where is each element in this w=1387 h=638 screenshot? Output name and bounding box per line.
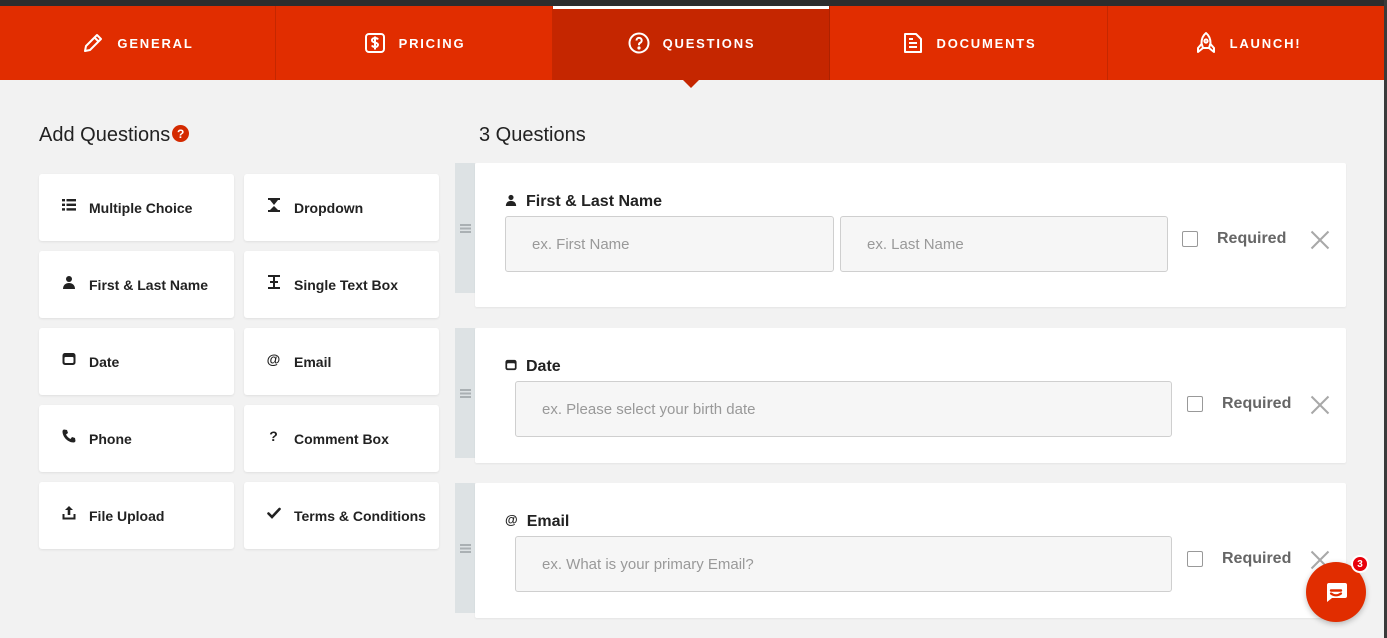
button-label: Single Text Box xyxy=(294,276,398,293)
at-icon: @ xyxy=(505,512,518,527)
date-field[interactable]: ex. Please select your birth date xyxy=(515,381,1172,437)
button-label: Phone xyxy=(89,430,132,447)
drag-handle[interactable] xyxy=(455,163,475,293)
button-label: Date xyxy=(89,353,120,370)
drag-handle-icon xyxy=(459,543,471,553)
question-card-body: Date ex. Please select your birth date R… xyxy=(475,328,1346,463)
drag-handle[interactable] xyxy=(455,483,475,613)
required-label: Required xyxy=(1217,230,1287,247)
required-checkbox[interactable] xyxy=(1187,551,1203,567)
question-label-text: Date xyxy=(526,358,561,375)
required-label: Required xyxy=(1222,395,1292,412)
wizard-tabs: GENERAL PRICING QUESTIONS DOCUMENTS LAUN… xyxy=(0,6,1387,88)
phone-icon xyxy=(61,428,76,443)
tab-label: PRICING xyxy=(398,35,466,51)
chat-notification-badge: 3 xyxy=(1351,555,1369,573)
question-card-name: First & Last Name ex. First Name ex. Las… xyxy=(455,163,1347,307)
upload-icon xyxy=(61,505,76,520)
document-icon xyxy=(903,33,922,53)
remove-question-close-icon[interactable] xyxy=(1310,395,1330,415)
button-label: Terms & Conditions xyxy=(294,507,426,524)
button-label: Multiple Choice xyxy=(89,199,193,216)
question-label: Date xyxy=(505,358,561,376)
add-questions-title: Add Questions ? xyxy=(39,124,190,147)
drag-handle-icon xyxy=(459,223,471,233)
user-icon xyxy=(61,274,76,289)
drag-handle-icon xyxy=(459,388,471,398)
email-field[interactable]: ex. What is your primary Email? xyxy=(515,536,1172,592)
question-card-body: First & Last Name ex. First Name ex. Las… xyxy=(475,163,1346,307)
question-card-body: @ Email ex. What is your primary Email? … xyxy=(475,483,1346,618)
button-label: Email xyxy=(294,353,332,370)
question-label-text: First & Last Name xyxy=(526,193,663,210)
tab-label: DOCUMENTS xyxy=(936,35,1037,51)
required-toggle[interactable]: Required xyxy=(1187,395,1291,413)
add-comment-box-button[interactable]: ? Comment Box xyxy=(244,405,439,472)
button-label: Comment Box xyxy=(294,430,389,447)
drag-handle[interactable] xyxy=(455,328,475,458)
pencil-icon xyxy=(84,34,103,52)
tab-launch[interactable]: LAUNCH! xyxy=(1108,6,1387,80)
add-terms-conditions-button[interactable]: Terms & Conditions xyxy=(244,482,439,549)
question-type-grid: Multiple Choice Dropdown First & Last Na… xyxy=(39,174,439,549)
button-label: Dropdown xyxy=(294,199,364,216)
list-icon xyxy=(61,197,76,212)
hourglass-icon xyxy=(266,197,281,212)
user-icon xyxy=(505,194,517,206)
add-email-button[interactable]: @ Email xyxy=(244,328,439,395)
tab-label: GENERAL xyxy=(117,35,194,51)
button-label: File Upload xyxy=(89,507,165,524)
last-name-field[interactable]: ex. Last Name xyxy=(840,216,1168,272)
tab-questions[interactable]: QUESTIONS xyxy=(553,6,830,88)
question-card-email: @ Email ex. What is your primary Email? … xyxy=(455,483,1347,618)
add-questions-heading: Add Questions xyxy=(39,124,171,146)
add-single-text-box-button[interactable]: Single Text Box xyxy=(244,251,439,318)
button-label: First & Last Name xyxy=(89,276,209,293)
tab-pricing[interactable]: PRICING xyxy=(276,6,553,80)
questions-count-title: 3 Questions xyxy=(479,124,586,146)
question-icon: ? xyxy=(269,427,278,444)
first-name-field[interactable]: ex. First Name xyxy=(505,216,834,272)
add-dropdown-button[interactable]: Dropdown xyxy=(244,174,439,241)
add-first-last-name-button[interactable]: First & Last Name xyxy=(39,251,234,318)
question-card-date: Date ex. Please select your birth date R… xyxy=(455,328,1347,463)
at-icon: @ xyxy=(266,350,281,367)
calendar-icon xyxy=(61,351,76,366)
check-icon xyxy=(266,505,281,520)
dollar-icon xyxy=(364,33,385,53)
rocket-icon xyxy=(1196,32,1215,53)
question-circle-icon xyxy=(628,32,650,54)
calendar-icon xyxy=(505,359,517,371)
add-phone-button[interactable]: Phone xyxy=(39,405,234,472)
add-multiple-choice-button[interactable]: Multiple Choice xyxy=(39,174,234,241)
chat-icon xyxy=(1327,583,1347,602)
required-checkbox[interactable] xyxy=(1182,231,1198,247)
question-label-text: Email xyxy=(526,513,570,530)
add-file-upload-button[interactable]: File Upload xyxy=(39,482,234,549)
tab-label: QUESTIONS xyxy=(662,35,756,51)
question-label: First & Last Name xyxy=(505,193,662,211)
help-icon[interactable]: ? xyxy=(172,125,190,142)
required-toggle[interactable]: Required xyxy=(1187,550,1291,568)
required-label: Required xyxy=(1222,550,1292,567)
remove-question-close-icon[interactable] xyxy=(1310,230,1330,250)
add-date-button[interactable]: Date xyxy=(39,328,234,395)
question-label: @ Email xyxy=(505,512,570,531)
tab-documents[interactable]: DOCUMENTS xyxy=(830,6,1108,80)
text-cursor-icon xyxy=(266,274,281,289)
required-checkbox[interactable] xyxy=(1187,396,1203,412)
required-toggle[interactable]: Required xyxy=(1182,230,1286,248)
tab-label: LAUNCH! xyxy=(1229,35,1302,51)
tab-general[interactable]: GENERAL xyxy=(0,6,276,80)
